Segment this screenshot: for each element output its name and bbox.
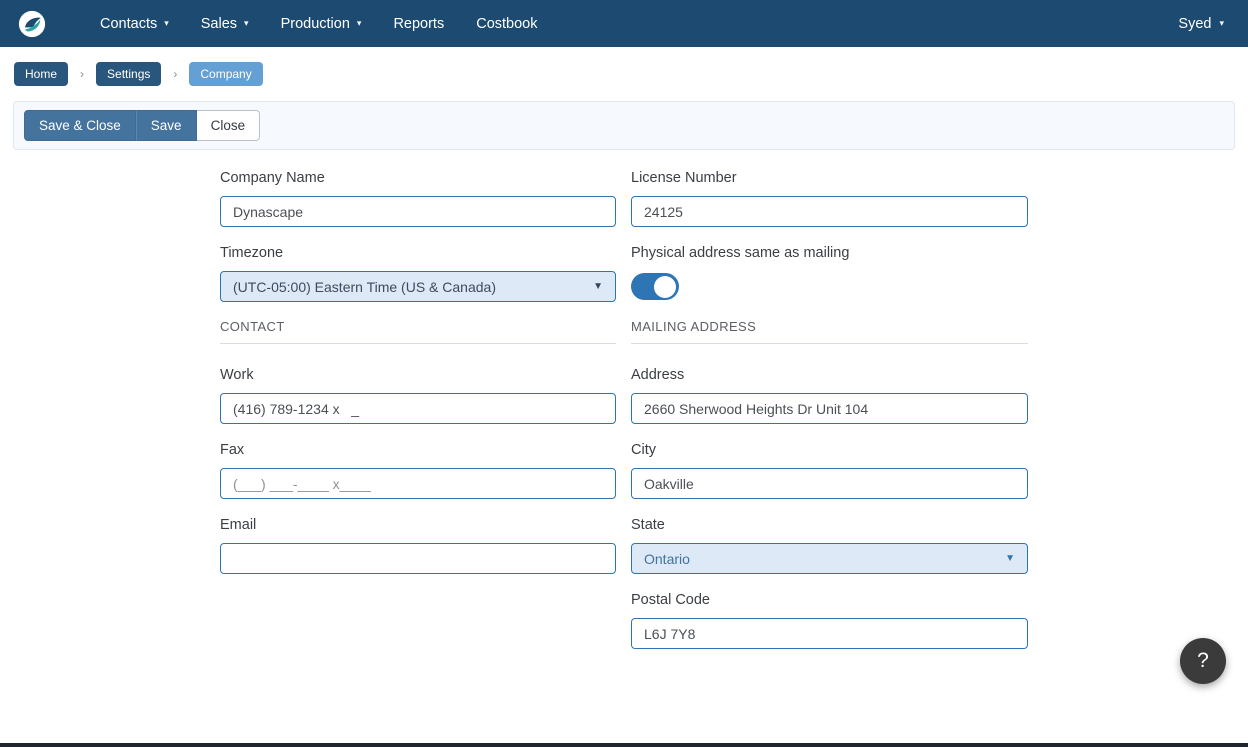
address-input[interactable] bbox=[631, 393, 1028, 424]
nav-costbook[interactable]: Costbook bbox=[460, 0, 553, 47]
user-menu-label: Syed bbox=[1178, 16, 1211, 32]
physical-same-label: Physical address same as mailing bbox=[631, 244, 1028, 262]
company-name-input[interactable] bbox=[220, 196, 616, 227]
field-state: State Ontario ▼ bbox=[631, 516, 1028, 574]
fax-label: Fax bbox=[220, 441, 616, 459]
nav-reports-label: Reports bbox=[393, 16, 444, 32]
chevron-down-icon: ▾ bbox=[244, 19, 249, 28]
chevron-right-icon: › bbox=[80, 67, 84, 81]
field-physical-same: Physical address same as mailing bbox=[631, 244, 1028, 302]
bottom-edge-strip bbox=[0, 743, 1248, 747]
chevron-down-icon: ▼ bbox=[593, 281, 603, 292]
nav-costbook-label: Costbook bbox=[476, 16, 537, 32]
toggle-row bbox=[631, 271, 1028, 302]
save-and-close-button[interactable]: Save & Close bbox=[24, 110, 136, 141]
email-label: Email bbox=[220, 516, 616, 534]
chevron-down-icon: ▼ bbox=[1005, 553, 1015, 564]
nav-reports[interactable]: Reports bbox=[377, 0, 460, 47]
nav-contacts-label: Contacts bbox=[100, 16, 157, 32]
field-timezone: Timezone (UTC-05:00) Eastern Time (US & … bbox=[220, 244, 616, 302]
field-fax: Fax bbox=[220, 441, 616, 499]
user-menu[interactable]: Syed ▾ bbox=[1172, 16, 1230, 32]
timezone-selected-value: (UTC-05:00) Eastern Time (US & Canada) bbox=[233, 279, 496, 295]
breadcrumb-company[interactable]: Company bbox=[189, 62, 262, 86]
toolbar-button-group: Save & Close Save Close bbox=[24, 110, 260, 141]
state-label: State bbox=[631, 516, 1028, 534]
contact-section-header: CONTACT bbox=[220, 319, 616, 344]
app-logo[interactable] bbox=[18, 10, 46, 38]
email-input[interactable] bbox=[220, 543, 616, 574]
nav-sales-label: Sales bbox=[201, 16, 237, 32]
chevron-down-icon: ▾ bbox=[357, 19, 362, 28]
form-left-column: Company Name Timezone (UTC-05:00) Easter… bbox=[220, 169, 616, 591]
state-selected-value: Ontario bbox=[644, 551, 690, 567]
top-navbar: Contacts ▾ Sales ▾ Production ▾ Reports … bbox=[0, 0, 1248, 47]
mailing-address-section-header: MAILING ADDRESS bbox=[631, 319, 1028, 344]
address-label: Address bbox=[631, 366, 1028, 384]
toggle-knob bbox=[654, 276, 676, 298]
postal-code-label: Postal Code bbox=[631, 591, 1028, 609]
company-settings-form: Company Name Timezone (UTC-05:00) Easter… bbox=[0, 150, 1248, 169]
chevron-right-icon: › bbox=[173, 67, 177, 81]
field-license-number: License Number bbox=[631, 169, 1028, 227]
license-number-label: License Number bbox=[631, 169, 1028, 187]
work-phone-input[interactable] bbox=[220, 393, 616, 424]
breadcrumb-home[interactable]: Home bbox=[14, 62, 68, 86]
fax-input[interactable] bbox=[220, 468, 616, 499]
chevron-down-icon: ▾ bbox=[164, 19, 169, 28]
postal-code-input[interactable] bbox=[631, 618, 1028, 649]
field-company-name: Company Name bbox=[220, 169, 616, 227]
save-button[interactable]: Save bbox=[136, 110, 197, 141]
city-input[interactable] bbox=[631, 468, 1028, 499]
nav-contacts[interactable]: Contacts ▾ bbox=[84, 0, 185, 47]
form-right-column: License Number Physical address same as … bbox=[631, 169, 1028, 666]
field-address: Address bbox=[631, 366, 1028, 424]
logo-icon bbox=[18, 10, 46, 38]
timezone-label: Timezone bbox=[220, 244, 616, 262]
license-number-input[interactable] bbox=[631, 196, 1028, 227]
nav-sales[interactable]: Sales ▾ bbox=[185, 0, 265, 47]
state-select[interactable]: Ontario ▼ bbox=[631, 543, 1028, 574]
physical-same-toggle[interactable] bbox=[631, 273, 679, 300]
city-label: City bbox=[631, 441, 1028, 459]
work-phone-label: Work bbox=[220, 366, 616, 384]
question-mark-icon: ? bbox=[1197, 649, 1209, 673]
company-name-label: Company Name bbox=[220, 169, 616, 187]
chevron-down-icon: ▾ bbox=[1219, 19, 1224, 28]
field-postal-code: Postal Code bbox=[631, 591, 1028, 649]
field-work-phone: Work bbox=[220, 366, 616, 424]
field-city: City bbox=[631, 441, 1028, 499]
timezone-select[interactable]: (UTC-05:00) Eastern Time (US & Canada) ▼ bbox=[220, 271, 616, 302]
breadcrumb: Home › Settings › Company bbox=[0, 47, 1248, 86]
field-email: Email bbox=[220, 516, 616, 574]
breadcrumb-settings[interactable]: Settings bbox=[96, 62, 161, 86]
close-button[interactable]: Close bbox=[197, 110, 261, 141]
nav-production[interactable]: Production ▾ bbox=[265, 0, 378, 47]
toolbar: Save & Close Save Close bbox=[13, 101, 1235, 150]
nav-production-label: Production bbox=[281, 16, 350, 32]
help-button[interactable]: ? bbox=[1180, 638, 1226, 684]
